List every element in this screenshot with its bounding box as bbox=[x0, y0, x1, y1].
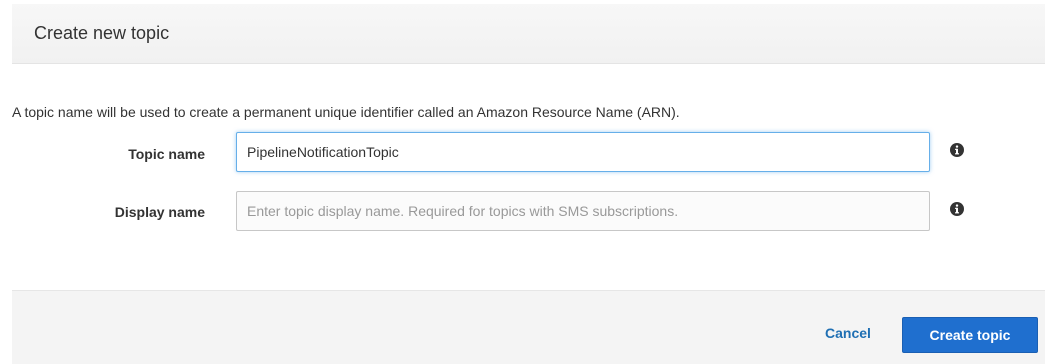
dialog-header: Create new topic bbox=[12, 4, 1045, 64]
cancel-button[interactable]: Cancel bbox=[825, 325, 871, 341]
display-name-input[interactable] bbox=[236, 191, 930, 231]
create-topic-button[interactable]: Create topic bbox=[902, 317, 1038, 353]
topic-name-input[interactable] bbox=[236, 132, 930, 172]
info-icon[interactable] bbox=[950, 202, 964, 216]
create-topic-dialog: Create new topic A topic name will be us… bbox=[0, 0, 1045, 364]
dialog-footer bbox=[12, 290, 1045, 364]
dialog-title: Create new topic bbox=[34, 23, 170, 43]
topic-name-label: Topic name bbox=[128, 146, 205, 162]
intro-text: A topic name will be used to create a pe… bbox=[12, 104, 680, 120]
info-icon[interactable] bbox=[950, 143, 964, 157]
display-name-label: Display name bbox=[114, 204, 205, 220]
